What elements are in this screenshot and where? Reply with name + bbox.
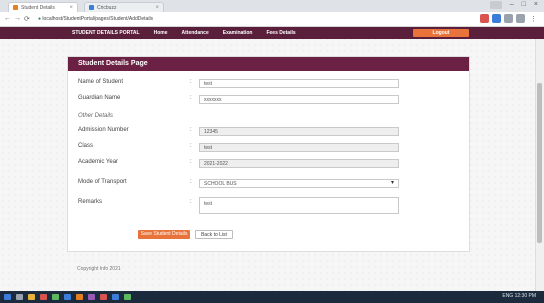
- field-colon: :: [190, 159, 192, 165]
- transport-select-value: SCHOOL BUS: [204, 181, 237, 187]
- section-heading: Other Details: [78, 113, 114, 119]
- app-icon[interactable]: [100, 294, 107, 300]
- close-window-icon[interactable]: ×: [534, 1, 538, 9]
- url-field[interactable]: ● localhost/StudentPortal/pages/Student/…: [38, 15, 458, 23]
- field-label: Remarks: [78, 199, 103, 205]
- close-tab-icon[interactable]: ×: [155, 5, 159, 11]
- remarks-textarea[interactable]: test: [199, 197, 399, 214]
- extension-icon[interactable]: [504, 14, 513, 23]
- field-label: Class: [78, 143, 94, 149]
- field-colon: :: [190, 179, 192, 185]
- field-label: Academic Year: [78, 159, 119, 165]
- start-icon[interactable]: [4, 294, 11, 300]
- browser-tab-active[interactable]: Student Details ×: [8, 2, 78, 12]
- extension-icon[interactable]: [492, 14, 501, 23]
- window-controls: – □ ×: [489, 1, 538, 9]
- forward-icon[interactable]: →: [14, 15, 21, 22]
- field-label: Admission Number: [78, 127, 129, 133]
- profile-icon[interactable]: [489, 1, 502, 9]
- browser-tab-second[interactable]: Cricbuzz ×: [84, 2, 164, 12]
- admission-number-field: 12345: [199, 127, 399, 136]
- chevron-down-icon: ▾: [390, 180, 394, 186]
- card-title: Student Details Page: [78, 60, 148, 67]
- app-icon[interactable]: [52, 294, 59, 300]
- field-colon: :: [190, 127, 192, 133]
- field-colon: :: [190, 79, 192, 85]
- nav-fees[interactable]: Fees Details: [266, 30, 295, 36]
- class-field: test: [199, 143, 399, 152]
- close-tab-icon[interactable]: ×: [69, 5, 73, 11]
- nav-examination[interactable]: Examination: [223, 30, 253, 36]
- field-label: Mode of Transport: [78, 179, 127, 185]
- app-icon[interactable]: [64, 294, 71, 300]
- browser-tab-bar: Student Details × Cricbuzz × – □ ×: [0, 0, 544, 12]
- favicon-icon: [89, 5, 94, 10]
- field-colon: :: [190, 95, 192, 101]
- search-icon[interactable]: [16, 294, 23, 300]
- nav-attendance[interactable]: Attendance: [182, 30, 209, 36]
- system-tray[interactable]: ENG 12:30 PM: [502, 293, 536, 299]
- maximize-icon[interactable]: □: [522, 1, 526, 9]
- footer-copyright: Copyright Info 2021: [77, 266, 121, 272]
- save-button[interactable]: Save Student Details: [138, 230, 190, 239]
- tab-title: Cricbuzz: [97, 4, 117, 11]
- app-header: STUDENT DETAILS PORTAL Home Attendance E…: [0, 27, 544, 39]
- back-button[interactable]: Back to List: [195, 230, 233, 239]
- field-label: Guardian Name: [78, 95, 121, 101]
- browser-icon[interactable]: [76, 294, 83, 300]
- app-icon[interactable]: [88, 294, 95, 300]
- app-brand[interactable]: STUDENT DETAILS PORTAL: [72, 30, 140, 36]
- scrollbar-thumb[interactable]: [537, 83, 542, 243]
- logout-button[interactable]: Logout: [413, 29, 469, 37]
- reload-icon[interactable]: ⟳: [24, 15, 30, 23]
- header-menu: STUDENT DETAILS PORTAL Home Attendance E…: [72, 27, 296, 39]
- academic-year-field: 2021-2022: [199, 159, 399, 168]
- address-bar: ← → ⟳ ● localhost/StudentPortal/pages/St…: [0, 12, 544, 27]
- os-taskbar: ENG 12:30 PM: [0, 291, 544, 303]
- page-scrollbar[interactable]: [535, 39, 544, 291]
- transport-select[interactable]: SCHOOL BUS ▾: [199, 179, 399, 188]
- student-form-card: Student Details Page Name of Student : t…: [67, 56, 470, 252]
- field-colon: :: [190, 199, 192, 205]
- back-icon[interactable]: ←: [4, 15, 11, 22]
- field-colon: :: [190, 143, 192, 149]
- card-header: Student Details Page: [68, 57, 469, 71]
- app-icon[interactable]: [124, 294, 131, 300]
- favicon-icon: [13, 5, 18, 10]
- student-name-input[interactable]: test: [199, 79, 399, 88]
- app-icon[interactable]: [112, 294, 119, 300]
- extension-icon[interactable]: [516, 14, 525, 23]
- url-text: localhost/StudentPortal/pages/Student/Ad…: [42, 16, 154, 22]
- guardian-name-input[interactable]: xxxxxxx: [199, 95, 399, 104]
- nav-home[interactable]: Home: [154, 30, 168, 36]
- app-icon[interactable]: [40, 294, 47, 300]
- tab-title: Student Details: [21, 4, 55, 11]
- field-label: Name of Student: [78, 79, 124, 85]
- minimize-icon[interactable]: –: [510, 1, 514, 9]
- folder-icon[interactable]: [28, 294, 35, 300]
- extension-icon[interactable]: [480, 14, 489, 23]
- menu-icon[interactable]: ⋮: [530, 15, 537, 23]
